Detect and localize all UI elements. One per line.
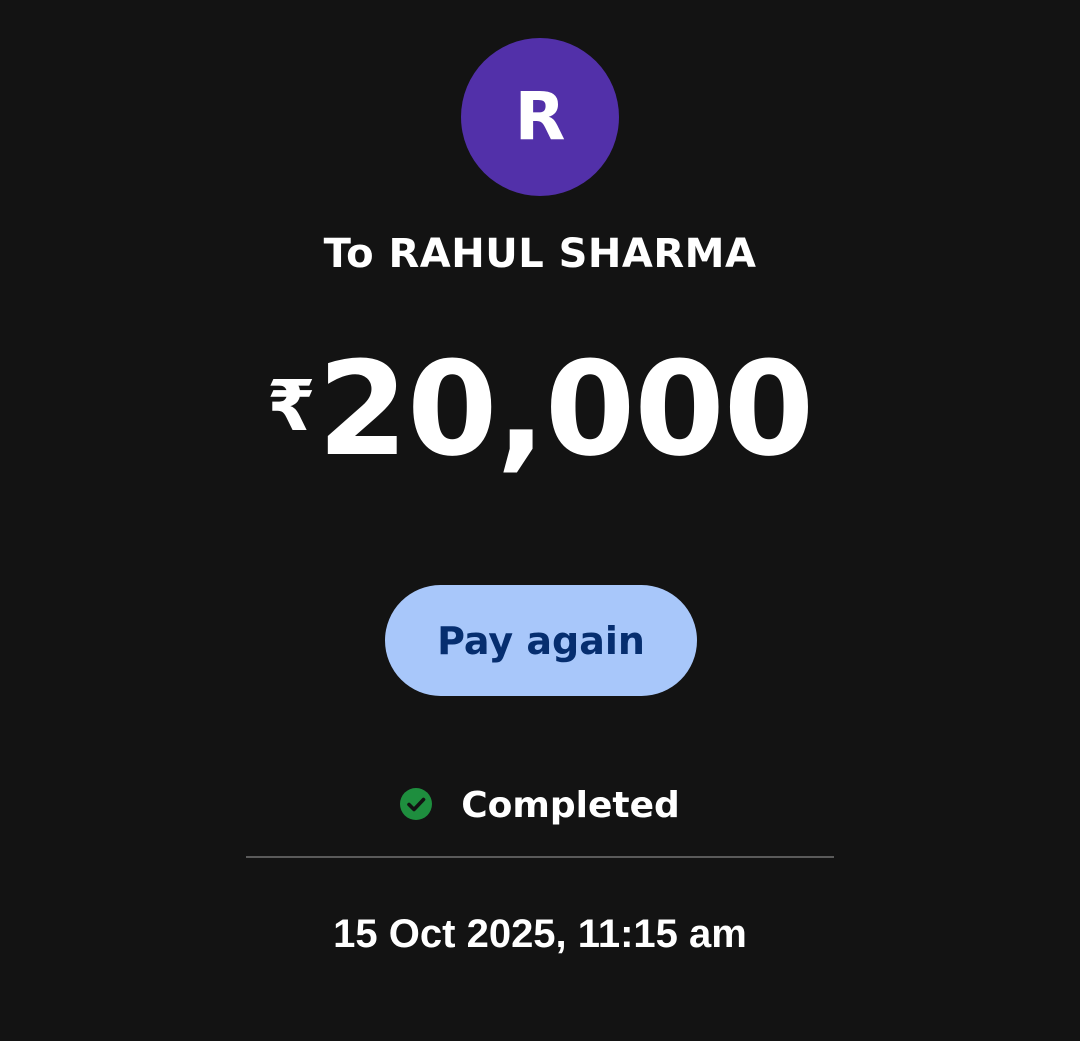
amount-value: 20,000 (317, 333, 815, 485)
avatar-initial: R (514, 78, 566, 155)
currency-symbol: ₹ (266, 365, 316, 447)
transaction-timestamp: 15 Oct 2025, 11:15 am (333, 912, 747, 956)
status-text: Completed (461, 785, 680, 826)
transaction-details-screen: R To RAHUL SHARMA ₹ 20,000 Pay again Com… (0, 0, 1080, 1041)
divider (246, 856, 834, 858)
pay-again-button[interactable]: Pay again (385, 585, 697, 696)
payment-amount: ₹ 20,000 (0, 344, 1080, 474)
payee-avatar: R (461, 38, 619, 196)
check-circle-icon (400, 788, 433, 820)
pay-again-label: Pay again (437, 618, 645, 663)
payee-name: To RAHUL SHARMA (323, 231, 757, 277)
payment-status: Completed (0, 782, 1080, 830)
